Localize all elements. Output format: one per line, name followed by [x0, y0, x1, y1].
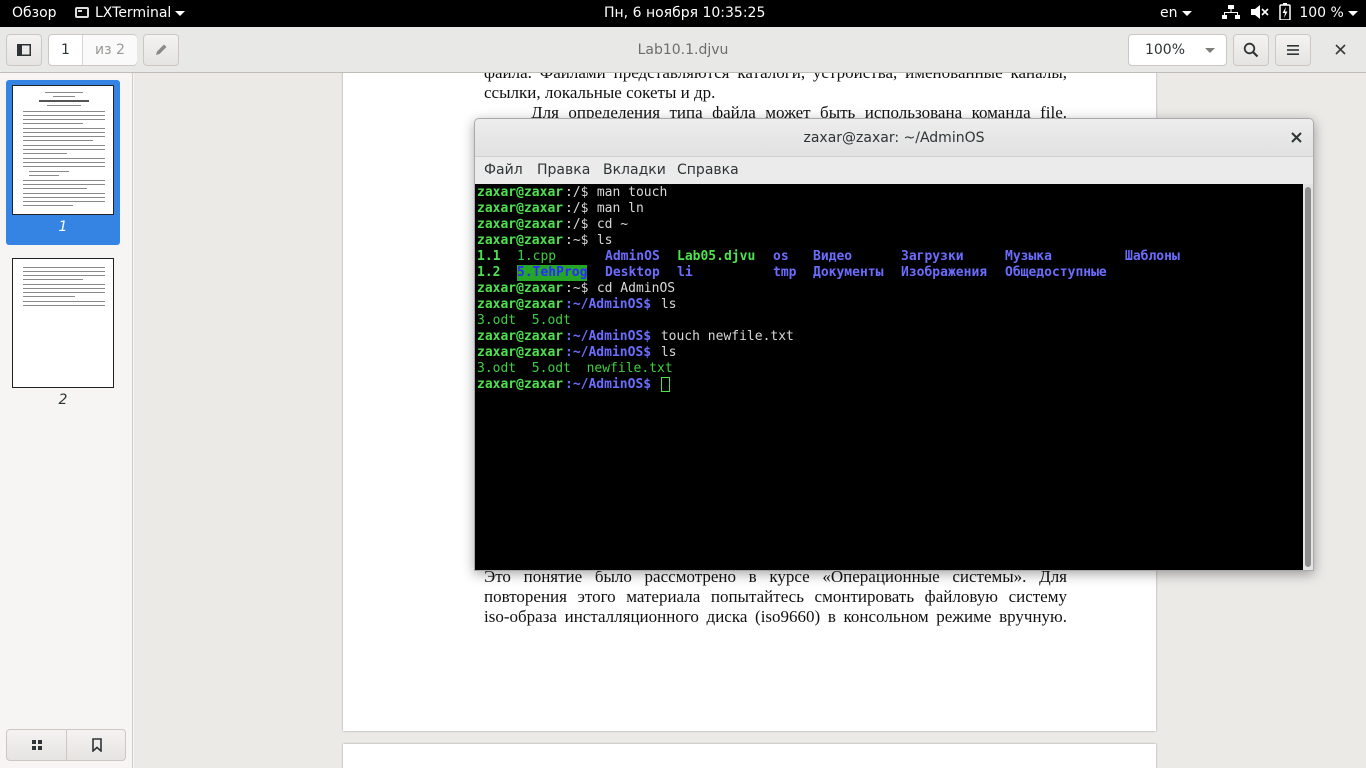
activities-button[interactable]: Обзор	[12, 0, 57, 27]
pencil-icon	[156, 44, 167, 55]
terminal-menubar: Файл Правка Вкладки Справка	[475, 157, 1313, 184]
bookmark-icon	[92, 738, 102, 752]
terminal-title: zaxar@zaxar: ~/AdminOS	[803, 130, 985, 146]
network-wired-icon	[1222, 5, 1240, 19]
current-page-input[interactable]: 1	[49, 35, 83, 65]
system-status-menu[interactable]: 100 %	[1222, 0, 1358, 27]
chevron-down-icon	[1181, 10, 1192, 16]
sidebar-toggle-button[interactable]	[6, 34, 42, 66]
main-menu-button[interactable]	[1275, 34, 1311, 66]
menu-help[interactable]: Справка	[677, 157, 739, 184]
terminal-window[interactable]: zaxar@zaxar: ~/AdminOS Файл Правка Вклад…	[474, 118, 1314, 571]
app-menu-label: LXTerminal	[95, 5, 172, 21]
terminal-output[interactable]: zaxar@zaxar:/$ man touch zaxar@zaxar:/$ …	[475, 184, 1303, 570]
chevron-down-icon	[1205, 48, 1215, 53]
terminal-close-button[interactable]	[1285, 127, 1307, 149]
page-thumbnail-label: 1	[58, 219, 68, 235]
terminal-app-icon	[75, 7, 89, 18]
menu-tabs[interactable]: Вкладки	[603, 157, 666, 184]
search-icon	[1243, 42, 1259, 58]
volume-muted-icon	[1251, 5, 1270, 19]
zoom-select[interactable]: 100%	[1128, 34, 1227, 66]
terminal-titlebar[interactable]: zaxar@zaxar: ~/AdminOS	[475, 119, 1313, 157]
scrollbar-thumb[interactable]	[1305, 187, 1311, 567]
keyboard-layout-menu[interactable]: en	[1160, 0, 1192, 27]
bookmarks-view-button[interactable]	[67, 730, 127, 760]
terminal-line: 1.2 5.TehProg Desktop li tmp Документы И…	[477, 265, 1107, 281]
page-thumbnail-label: 2	[58, 392, 68, 408]
battery-percentage: 100 %	[1299, 5, 1344, 21]
thumbnail-sidebar: 1 2	[0, 73, 133, 768]
page-thumbnail-image	[12, 85, 114, 215]
search-button[interactable]	[1233, 34, 1269, 66]
page-thumbnail-1[interactable]: 1	[6, 80, 120, 245]
chevron-down-icon	[1347, 10, 1358, 16]
page-number-field[interactable]: 1 из 2	[48, 34, 137, 66]
sidebar-icon	[17, 44, 31, 56]
grid-icon	[31, 740, 42, 750]
annotate-button[interactable]	[143, 34, 179, 66]
document-text-line: ссылки, локальные сокеты и др.	[484, 83, 716, 102]
battery-icon	[1279, 3, 1291, 21]
terminal-line: 1.1 1.cpp AdminOS Lab05.djvu os Видео За…	[477, 249, 1180, 264]
hamburger-menu-icon	[1287, 45, 1299, 55]
terminal-scrollbar[interactable]	[1303, 184, 1313, 570]
top-bar: Обзор LXTerminal Пн, 6 ноября 10:35:25 e…	[0, 0, 1366, 27]
close-window-button[interactable]	[1330, 40, 1350, 60]
close-icon	[1290, 132, 1302, 143]
document-text-line: файла. Файлами представляются каталоги, …	[484, 73, 1067, 83]
page-total-label: из 2	[83, 35, 137, 65]
document-page-2	[343, 744, 1156, 768]
viewer-header-bar: Lab10.1.djvu 1 из 2 100%	[0, 27, 1366, 73]
chevron-down-icon	[175, 10, 186, 16]
thumbnails-view-button[interactable]	[7, 730, 67, 760]
terminal-cursor	[661, 377, 670, 392]
menu-file[interactable]: Файл	[484, 157, 523, 184]
keyboard-layout-label: en	[1160, 5, 1178, 21]
page-thumbnail-image	[12, 258, 114, 388]
close-icon	[1334, 44, 1346, 55]
document-text-line: iso-образа инсталляционного диска (iso96…	[484, 607, 1067, 626]
menu-edit[interactable]: Правка	[537, 157, 590, 184]
app-menu[interactable]: LXTerminal	[75, 0, 186, 27]
sidebar-view-switcher	[6, 729, 126, 761]
page-thumbnail-2[interactable]: 2	[6, 253, 120, 418]
clock[interactable]: Пн, 6 ноября 10:35:25	[604, 0, 765, 27]
zoom-value: 100%	[1144, 42, 1186, 58]
document-text-line: повторения этого материала попытайтесь с…	[484, 587, 1067, 606]
